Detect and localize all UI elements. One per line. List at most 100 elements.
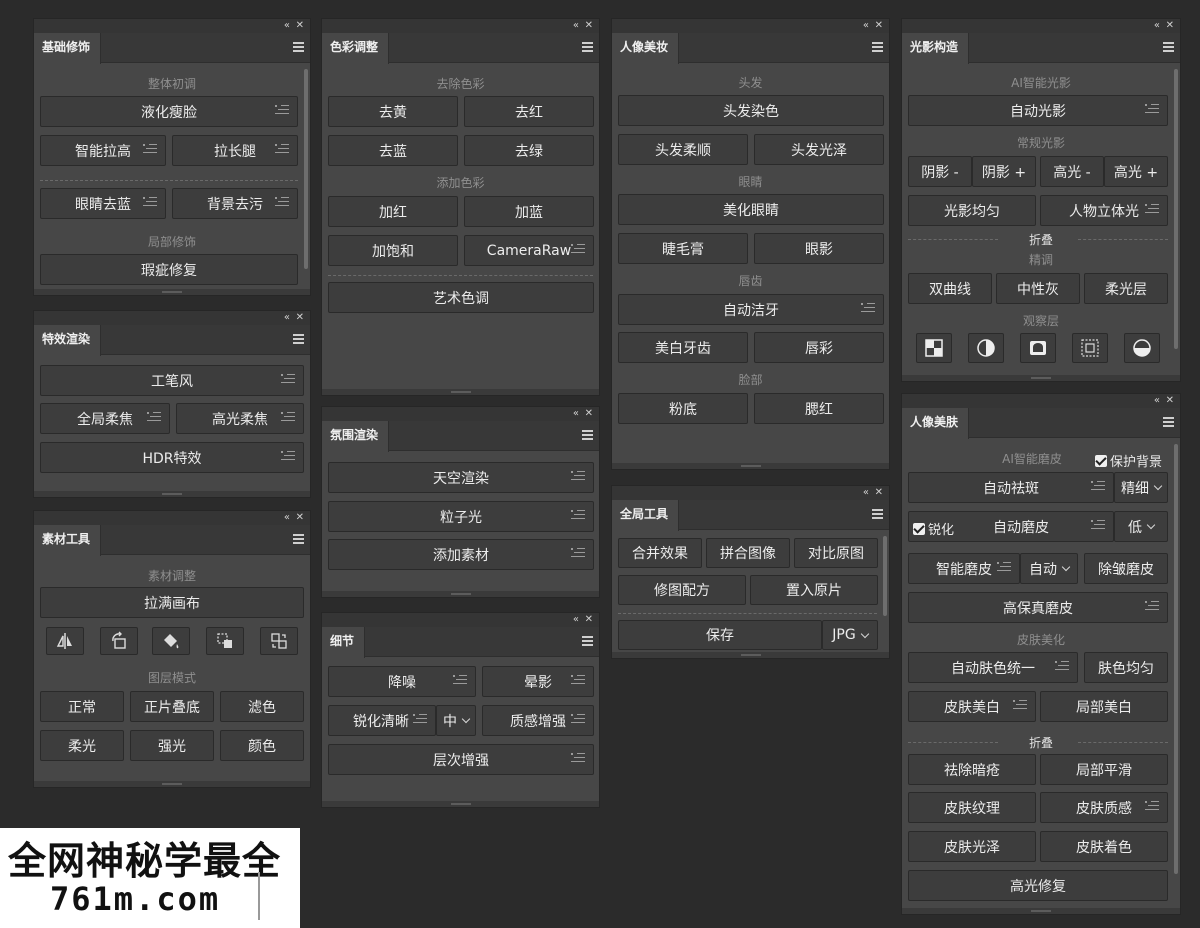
add-red-button[interactable]: 加红 bbox=[328, 196, 458, 227]
tab-material[interactable]: 素材工具 bbox=[34, 525, 102, 556]
menu-icon[interactable] bbox=[293, 534, 304, 544]
mode-color-button[interactable]: 颜色 bbox=[220, 730, 304, 761]
auto-skin-tone-button[interactable]: 自动肤色统一 bbox=[908, 652, 1078, 683]
light-even-button[interactable]: 光影均匀 bbox=[908, 195, 1036, 226]
close-icon[interactable]: ✕ bbox=[296, 311, 304, 325]
shadow-plus-button[interactable]: 阴影 + bbox=[972, 156, 1036, 187]
collapse-icon[interactable]: « bbox=[1154, 394, 1160, 408]
skin-whiten-button[interactable]: 皮肤美白 bbox=[908, 691, 1036, 722]
menu-icon[interactable] bbox=[582, 430, 593, 440]
paint-bucket-button[interactable] bbox=[152, 627, 190, 655]
remove-blue-button[interactable]: 去蓝 bbox=[328, 135, 458, 166]
dual-curve-button[interactable]: 双曲线 bbox=[908, 273, 992, 304]
highlight-plus-button[interactable]: 高光 + bbox=[1104, 156, 1168, 187]
gongbi-button[interactable]: 工笔风 bbox=[40, 365, 304, 396]
auto-light-button[interactable]: 自动光影 bbox=[908, 95, 1168, 126]
vignette-button[interactable]: 晕影 bbox=[482, 666, 594, 697]
eyeshadow-button[interactable]: 眼影 bbox=[754, 233, 884, 264]
observe-frame-button[interactable] bbox=[1072, 333, 1108, 363]
scrollbar[interactable] bbox=[1174, 444, 1178, 874]
stereo-light-button[interactable]: 人物立体光 bbox=[1040, 195, 1168, 226]
close-icon[interactable]: ✕ bbox=[1166, 19, 1174, 33]
mode-hardlight-button[interactable]: 强光 bbox=[130, 730, 214, 761]
neutral-gray-button[interactable]: 中性灰 bbox=[996, 273, 1080, 304]
acne-button[interactable]: 祛除暗疮 bbox=[908, 754, 1036, 785]
remove-yellow-button[interactable]: 去黄 bbox=[328, 96, 458, 127]
scrollbar[interactable] bbox=[1174, 69, 1178, 349]
tab-global[interactable]: 全局工具 bbox=[612, 500, 680, 531]
merge-effects-button[interactable]: 合并效果 bbox=[618, 538, 702, 568]
wrinkle-smooth-button[interactable]: 除皱磨皮 bbox=[1084, 553, 1168, 584]
collapse-icon[interactable]: « bbox=[284, 511, 290, 525]
close-icon[interactable]: ✕ bbox=[585, 613, 593, 627]
menu-icon[interactable] bbox=[1163, 42, 1174, 52]
collapse-icon[interactable]: « bbox=[573, 19, 579, 33]
menu-icon[interactable] bbox=[582, 636, 593, 646]
add-material-button[interactable]: 添加素材 bbox=[328, 539, 594, 570]
tab-detail[interactable]: 细节 bbox=[322, 627, 366, 658]
lip-color-button[interactable]: 唇彩 bbox=[754, 332, 884, 363]
menu-icon[interactable] bbox=[582, 42, 593, 52]
format-select[interactable]: JPG bbox=[822, 620, 878, 650]
smart-smooth-button[interactable]: 智能磨皮 bbox=[908, 553, 1020, 584]
sharpen-button[interactable]: 锐化清晰 bbox=[328, 705, 436, 736]
compare-original-button[interactable]: 对比原图 bbox=[794, 538, 878, 568]
sharpen-checkbox[interactable]: 锐化 bbox=[913, 519, 954, 538]
sky-render-button[interactable]: 天空渲染 bbox=[328, 462, 594, 493]
collapse-icon[interactable]: « bbox=[863, 19, 869, 33]
tab-color[interactable]: 色彩调整 bbox=[322, 33, 390, 64]
close-icon[interactable]: ✕ bbox=[296, 511, 304, 525]
soft-light-layer-button[interactable]: 柔光层 bbox=[1084, 273, 1168, 304]
layer-copy-button[interactable] bbox=[206, 627, 244, 655]
add-blue-button[interactable]: 加蓝 bbox=[464, 196, 594, 227]
remove-red-button[interactable]: 去红 bbox=[464, 96, 594, 127]
hq-smooth-button[interactable]: 高保真磨皮 bbox=[908, 592, 1168, 623]
skin-color-button[interactable]: 皮肤着色 bbox=[1040, 831, 1168, 862]
place-original-button[interactable]: 置入原片 bbox=[750, 575, 878, 605]
tab-light[interactable]: 光影构造 bbox=[902, 33, 970, 64]
spot-mode-select[interactable]: 精细 bbox=[1114, 472, 1168, 503]
observe-checker-button[interactable] bbox=[916, 333, 952, 363]
camera-raw-button[interactable]: CameraRaw bbox=[464, 235, 594, 266]
eye-beauty-button[interactable]: 美化眼睛 bbox=[618, 194, 884, 225]
auto-teeth-button[interactable]: 自动洁牙 bbox=[618, 294, 884, 325]
long-legs-button[interactable]: 拉长腿 bbox=[172, 135, 298, 166]
menu-icon[interactable] bbox=[293, 42, 304, 52]
tab-effects[interactable]: 特效渲染 bbox=[34, 325, 102, 356]
global-soft-button[interactable]: 全局柔焦 bbox=[40, 403, 170, 434]
liquify-button[interactable]: 液化瘦脸 bbox=[40, 96, 298, 127]
hdr-button[interactable]: HDR特效 bbox=[40, 442, 304, 473]
local-whiten-button[interactable]: 局部美白 bbox=[1040, 691, 1168, 722]
foundation-button[interactable]: 粉底 bbox=[618, 393, 748, 424]
protect-bg-checkbox[interactable]: 保护背景 bbox=[1095, 451, 1162, 470]
collapse-icon[interactable]: « bbox=[1154, 19, 1160, 33]
auto-smooth-button[interactable]: 锐化 自动磨皮 bbox=[908, 511, 1114, 542]
art-tone-button[interactable]: 艺术色调 bbox=[328, 282, 594, 313]
close-icon[interactable]: ✕ bbox=[296, 19, 304, 33]
mode-screen-button[interactable]: 滤色 bbox=[220, 691, 304, 722]
eye-blue-button[interactable]: 眼睛去蓝 bbox=[40, 188, 166, 219]
mascara-button[interactable]: 睫毛膏 bbox=[618, 233, 748, 264]
auto-spot-button[interactable]: 自动祛斑 bbox=[908, 472, 1114, 503]
collapse-icon[interactable]: « bbox=[284, 311, 290, 325]
collapse-icon[interactable]: « bbox=[573, 407, 579, 421]
tab-skin[interactable]: 人像美肤 bbox=[902, 408, 970, 439]
observe-face-button[interactable] bbox=[1020, 333, 1056, 363]
smooth-level-select[interactable]: 低 bbox=[1114, 511, 1168, 542]
even-tone-button[interactable]: 肤色均匀 bbox=[1084, 652, 1168, 683]
collapse-icon[interactable]: « bbox=[573, 613, 579, 627]
close-icon[interactable]: ✕ bbox=[1166, 394, 1174, 408]
close-icon[interactable]: ✕ bbox=[585, 407, 593, 421]
scrollbar[interactable] bbox=[304, 69, 308, 269]
mode-normal-button[interactable]: 正常 bbox=[40, 691, 124, 722]
mode-softlight-button[interactable]: 柔光 bbox=[40, 730, 124, 761]
resize-grip[interactable] bbox=[34, 289, 310, 295]
highlight-soft-button[interactable]: 高光柔焦 bbox=[176, 403, 304, 434]
flatten-image-button[interactable]: 拼合图像 bbox=[706, 538, 790, 568]
shadow-minus-button[interactable]: 阴影 - bbox=[908, 156, 972, 187]
skin-gloss-button[interactable]: 皮肤光泽 bbox=[908, 831, 1036, 862]
highlight-repair-button[interactable]: 高光修复 bbox=[908, 870, 1168, 901]
whiten-teeth-button[interactable]: 美白牙齿 bbox=[618, 332, 748, 363]
rotate-button[interactable] bbox=[100, 627, 138, 655]
menu-icon[interactable] bbox=[872, 509, 883, 519]
